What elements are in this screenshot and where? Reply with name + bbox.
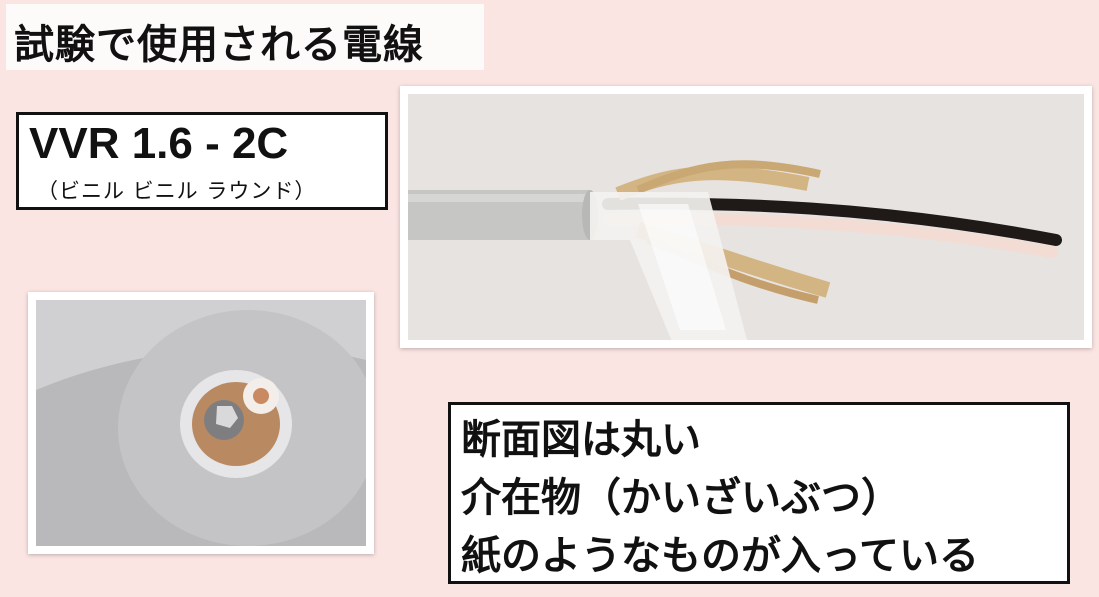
note-line-round-section: 断面図は丸い [461,417,701,463]
title-banner: 試験で使用される電線 [6,4,484,70]
cable-side-photo [400,86,1092,348]
cable-spec-name: VVR 1.6 - 2C [29,119,289,168]
cable-spec-reading: （ビニル ビニル ラウンド） [37,179,317,203]
note-line-paper: 紙のようなものが入っている [461,533,979,579]
cable-notes-box: 断面図は丸い 介在物（かいざいぶつ） 紙のようなものが入っている [448,402,1070,584]
cable-cross-section-photo [28,292,374,554]
page-title: 試験で使用される電線 [14,22,424,68]
stripped-cable-illustration [408,94,1084,340]
cable-cross-section-illustration [36,300,366,546]
note-line-filler: 介在物（かいざいぶつ） [461,475,901,521]
cable-spec-box: VVR 1.6 - 2C （ビニル ビニル ラウンド） [16,112,388,210]
